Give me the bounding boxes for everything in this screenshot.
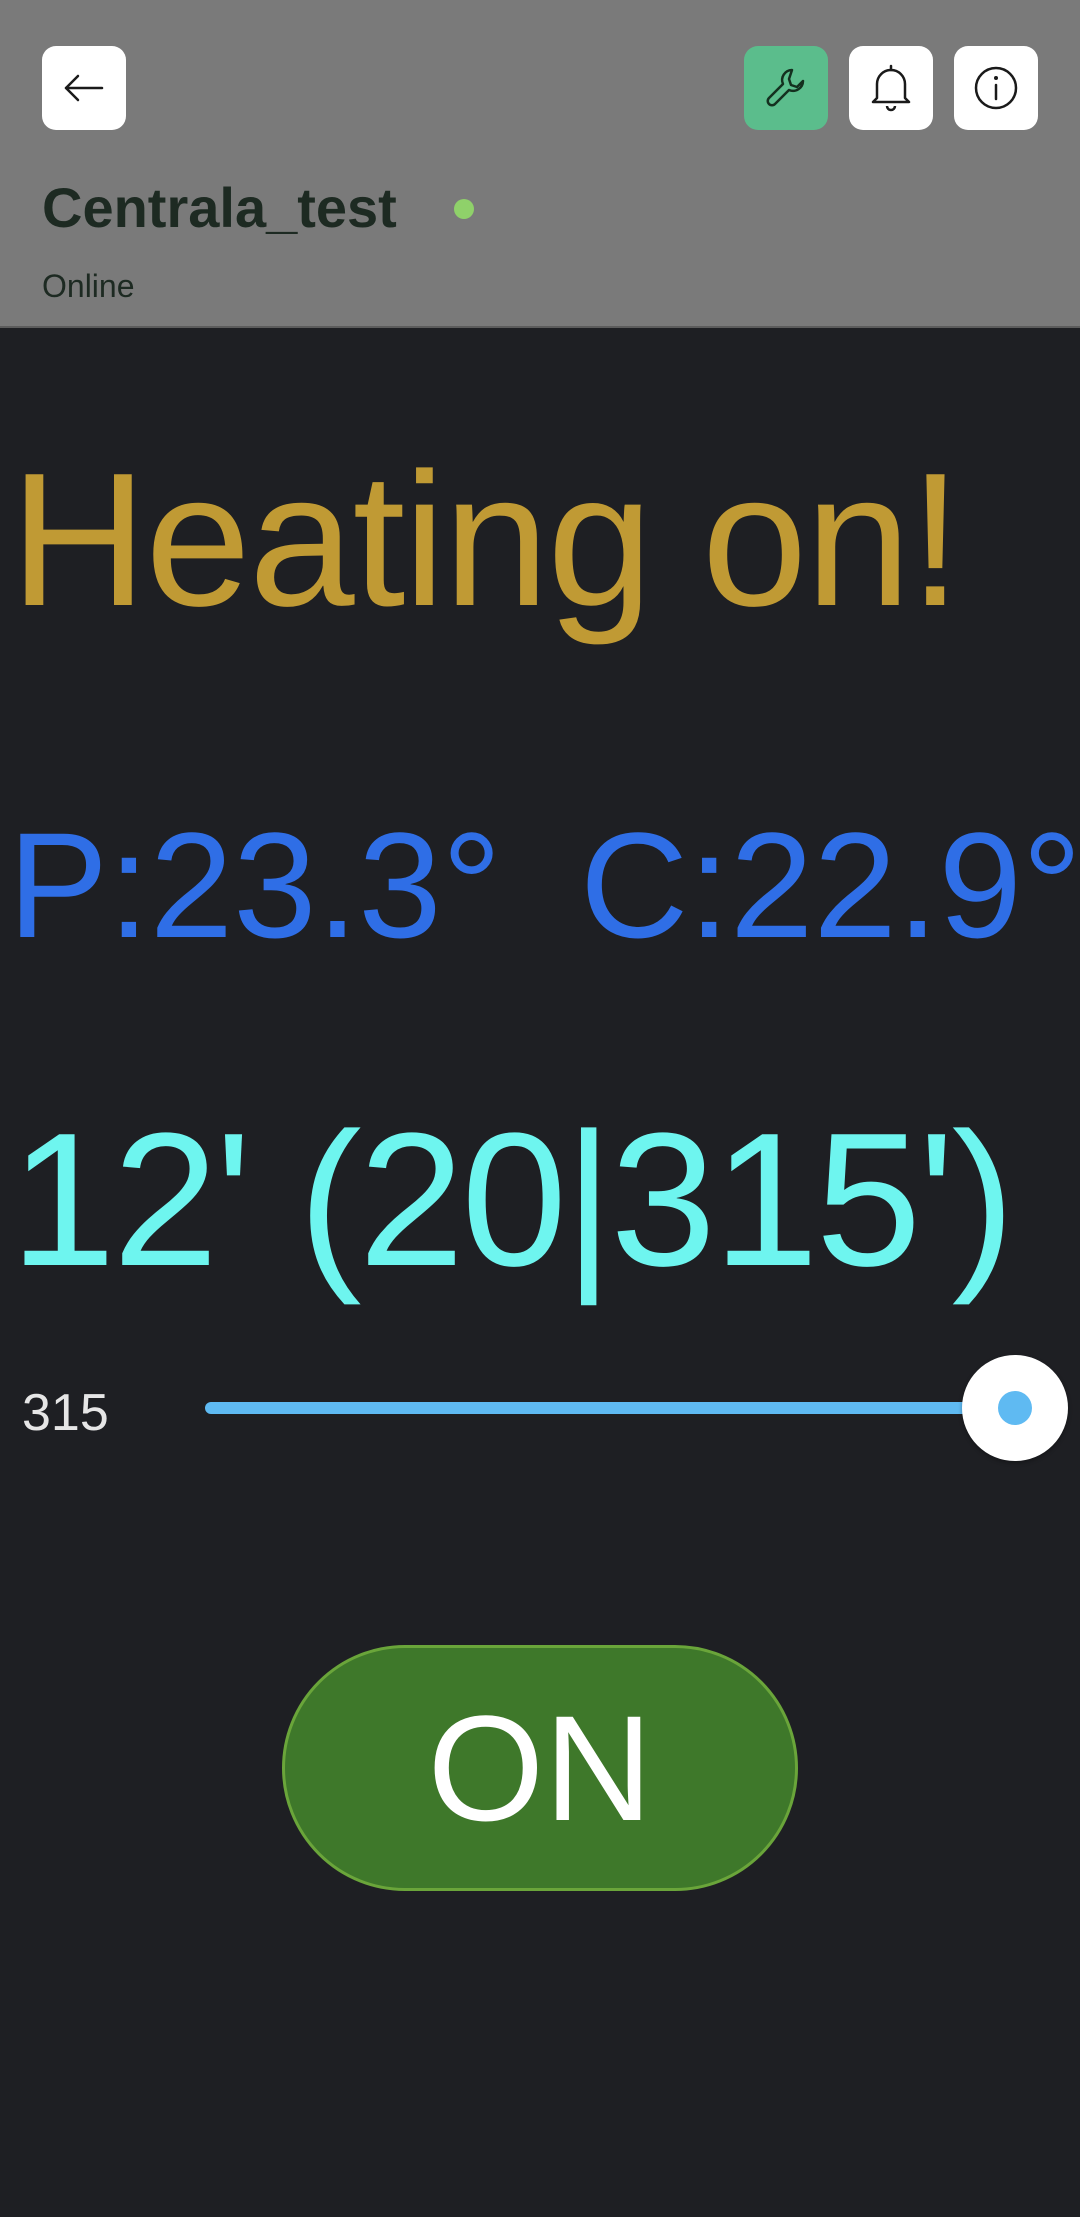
- temperature-c-readout: C:22.9°: [580, 801, 1080, 969]
- device-status: Online: [42, 268, 135, 304]
- device-header: Centrala_test Online: [0, 0, 1080, 328]
- slider-value-label: 315: [22, 1384, 109, 1442]
- slider-track[interactable]: [205, 1402, 1015, 1414]
- temperature-p-readout: P:23.3°: [8, 801, 502, 969]
- device-name: Centrala_test: [42, 176, 397, 239]
- status-indicator: [454, 199, 474, 219]
- heating-status-message: Heating on!: [10, 434, 962, 646]
- timer-readout: 12' (20|315'): [10, 1094, 1015, 1306]
- info-button[interactable]: [954, 46, 1038, 130]
- power-toggle-button[interactable]: ON: [282, 1645, 798, 1891]
- wrench-icon: [766, 68, 805, 107]
- back-button[interactable]: [42, 46, 126, 130]
- info-icon: [974, 66, 1018, 110]
- notifications-button[interactable]: [849, 46, 933, 130]
- slider-thumb[interactable]: [962, 1355, 1068, 1461]
- arrow-left-icon: [64, 74, 104, 102]
- slider-thumb-indicator: [998, 1391, 1032, 1425]
- settings-button[interactable]: [744, 46, 828, 130]
- bell-icon: [871, 64, 911, 112]
